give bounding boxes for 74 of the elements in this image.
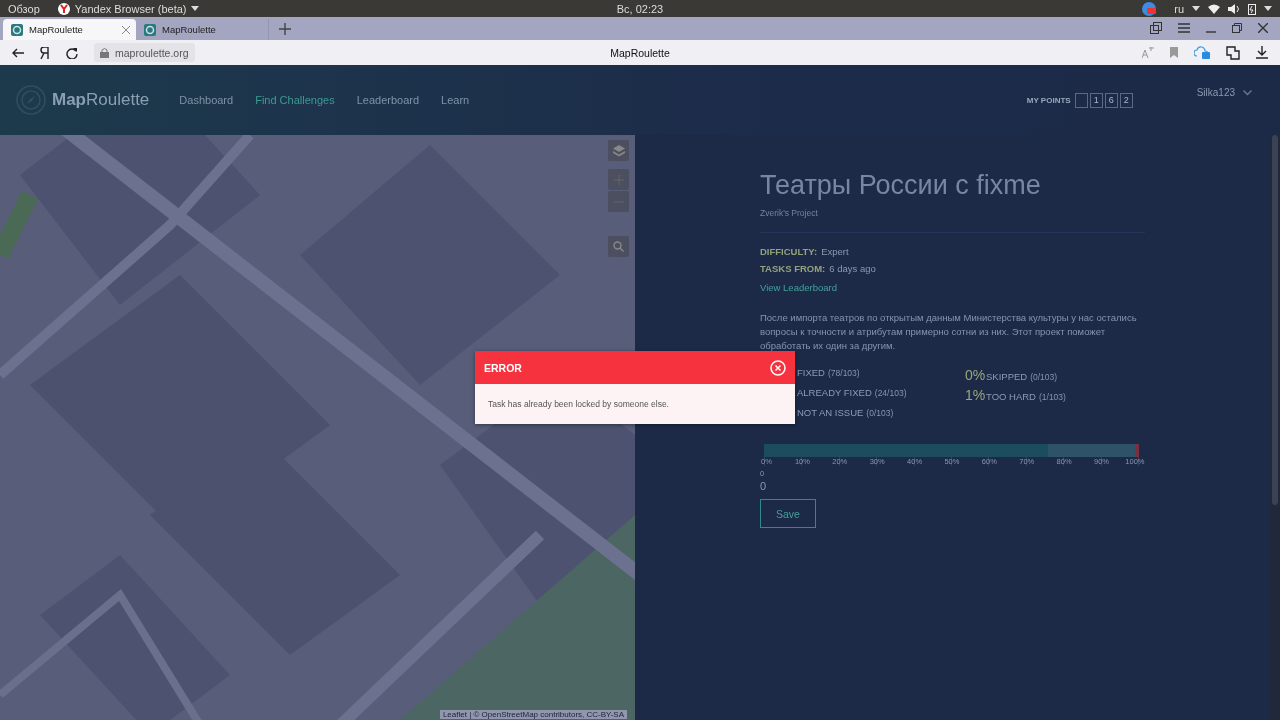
points-label: MY POINTS: [1026, 95, 1071, 105]
stat-count: (78/103): [828, 368, 860, 378]
points-digit: 2: [1119, 92, 1133, 108]
stat-label: SKIPPED: [986, 371, 1028, 382]
reload-icon[interactable]: [66, 46, 78, 59]
user-menu[interactable]: Silka123: [1196, 87, 1252, 98]
wifi-icon[interactable]: [1208, 3, 1220, 14]
layers-button[interactable]: [608, 140, 629, 161]
volume-icon[interactable]: [1228, 3, 1240, 14]
map-attribution: Leaflet | © OpenStreetMap contributors, CC-BY-SA: [439, 710, 627, 719]
close-icon[interactable]: [1258, 23, 1268, 33]
site-icon: [144, 23, 156, 36]
search-icon: [613, 241, 624, 252]
restore-icon[interactable]: [1232, 23, 1242, 33]
nav-link[interactable]: Find Challenges: [255, 94, 335, 106]
stat-count: (1/103): [1038, 392, 1066, 402]
stat-label: NOT AN ISSUE: [797, 407, 864, 418]
cloud-icon[interactable]: [1194, 46, 1210, 59]
stat-label: TOO HARD: [986, 391, 1036, 402]
zero-value: 0: [760, 480, 768, 492]
meta-label: DIFFICULTY:: [760, 246, 818, 257]
scrollbar[interactable]: [1270, 135, 1280, 720]
meta-value: Expert: [821, 246, 849, 257]
challenge-title: Театры России с fixme: [760, 169, 1042, 202]
stat-label: FIXED: [797, 367, 825, 378]
stat-label: ALREADY FIXED: [797, 387, 872, 398]
page-title: MapRoulette: [610, 46, 670, 59]
points-digit: 6: [1104, 92, 1118, 108]
dialog-title: ERROR: [484, 361, 522, 374]
stat-count: (0/103): [1030, 372, 1058, 382]
address-field[interactable]: maproulette.org: [94, 43, 195, 62]
save-button[interactable]: Save: [760, 499, 816, 528]
layers-icon: [612, 144, 625, 157]
stat-count: (0/103): [866, 408, 894, 418]
extension-icon[interactable]: [1226, 45, 1240, 60]
download-icon[interactable]: [1256, 46, 1268, 59]
challenge-description: После импорта театров по открытым данным Министерства культуры у нас остались вопросы к точности и атрибутам примерно сотни из них. Этот проект поможет обработать их один за другим.: [760, 311, 1138, 353]
translate-icon[interactable]: [1142, 47, 1154, 58]
browser-logo-icon: [57, 2, 70, 15]
tabs-icon[interactable]: [1150, 22, 1162, 34]
language-menu[interactable]: ru: [1174, 2, 1184, 15]
bookmark-icon[interactable]: [1170, 47, 1178, 58]
site-icon: [11, 23, 23, 36]
leaderboard-link[interactable]: View Leaderboard: [760, 282, 837, 293]
stat-percent: 1%: [965, 387, 986, 403]
new-tab-icon[interactable]: [279, 23, 291, 35]
activities-button[interactable]: Обзор: [8, 2, 40, 15]
back-icon[interactable]: [12, 47, 24, 58]
browser-tab[interactable]: MapRoulette: [3, 19, 136, 40]
points-digit-box: [1074, 92, 1088, 108]
lock-icon: [100, 47, 109, 58]
browser-logo-icon[interactable]: [40, 46, 50, 59]
project-name: Zverik's Project: [760, 208, 819, 218]
nav-link[interactable]: Learn: [441, 94, 470, 106]
stat-count: (24/103): [874, 388, 907, 398]
caret-icon: [1264, 5, 1272, 12]
meta-label: TASKS FROM:: [760, 263, 826, 274]
chevron-icon: [1243, 89, 1252, 96]
app-menu[interactable]: Yandex Browser (beta): [74, 2, 187, 15]
caret-icon: [191, 5, 200, 12]
stat-percent: 0%: [965, 367, 986, 383]
menu-icon[interactable]: [1178, 23, 1190, 33]
notification-icon[interactable]: [1142, 1, 1157, 16]
close-icon[interactable]: [122, 25, 130, 34]
nav-link[interactable]: Leaderboard: [356, 94, 420, 106]
nav-link[interactable]: Dashboard: [179, 94, 234, 106]
meta-value: 6 days ago: [829, 263, 876, 274]
battery-icon[interactable]: [1248, 2, 1256, 15]
clock[interactable]: Вс, 02:23: [616, 2, 664, 15]
dialog-message: Task has already been locked by someone else.: [487, 398, 670, 411]
search-button[interactable]: [608, 236, 629, 257]
logo[interactable]: MapRoulette: [16, 85, 150, 115]
caret-icon: [1192, 5, 1200, 12]
points-digit: 1: [1089, 92, 1103, 108]
